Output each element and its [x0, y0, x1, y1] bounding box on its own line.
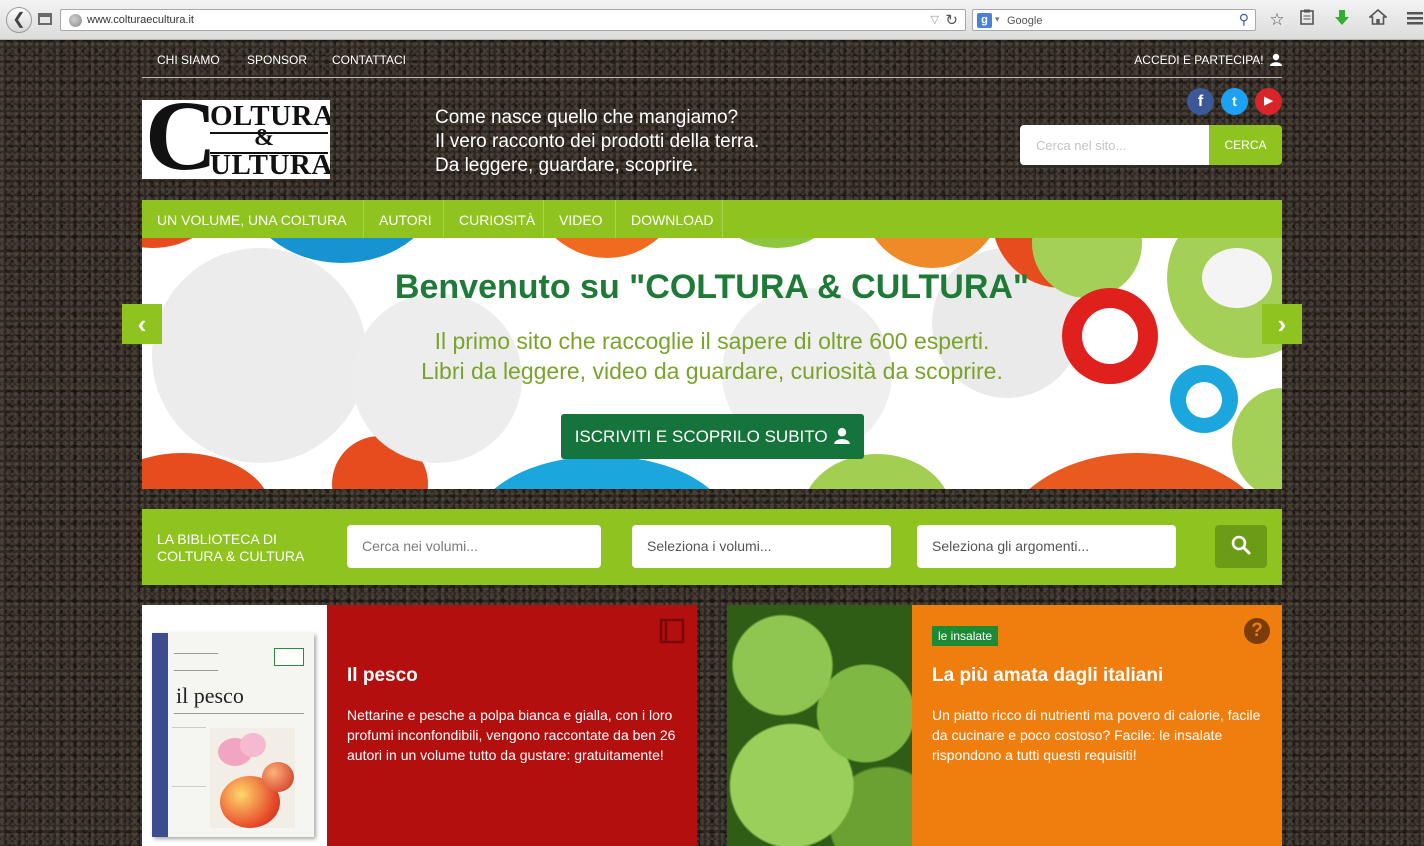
- twitter-icon[interactable]: t: [1221, 88, 1248, 115]
- hero-circle: [702, 238, 852, 248]
- blossom-icon: [240, 733, 266, 757]
- cta-label: ISCRIVITI E SCOPRILO SUBITO: [574, 426, 828, 446]
- home-icon[interactable]: [1367, 8, 1389, 31]
- caret-down-icon[interactable]: ▾: [995, 14, 1000, 25]
- book-text-lines: [172, 727, 206, 787]
- book-title: il pesco: [176, 683, 244, 708]
- search-icon: [1231, 535, 1251, 555]
- card-description: Nettarine e pesche a polpa bianca e gial…: [347, 707, 676, 763]
- hero-subtitle-line-2: Libri da leggere, video da guardare, cur…: [421, 358, 1003, 384]
- topic-select[interactable]: Seleziona gli argomenti...: [917, 525, 1176, 568]
- nav-item-label: UN VOLUME, UNA COLTURA: [157, 212, 346, 228]
- book-logo: [274, 648, 304, 666]
- main-nav: UN VOLUME, UNA COLTURA ⌄ AUTORI CURIOSIT…: [142, 200, 1282, 266]
- card-body: le insalate ? La più amata dagli italian…: [912, 605, 1282, 846]
- feature-card-pesco[interactable]: il pesco Il pesco Nettarine e pesche a p…: [142, 605, 697, 846]
- site-search-button[interactable]: CERCA: [1209, 125, 1282, 165]
- menu-icon[interactable]: [1404, 9, 1424, 31]
- peach-icon: [262, 762, 294, 792]
- site-logo[interactable]: C OLTURA & ULTURA: [142, 100, 330, 179]
- apple-icon: [1186, 382, 1222, 418]
- hero-circle: [472, 456, 732, 489]
- google-icon[interactable]: g: [977, 13, 992, 28]
- youtube-icon[interactable]: ▶: [1255, 88, 1282, 115]
- category-tag[interactable]: le insalate: [932, 626, 999, 646]
- hero-title: Benvenuto su "COLTURA & CULTURA": [394, 268, 1030, 306]
- chevron-down-icon[interactable]: ▽: [931, 13, 939, 26]
- book-cover-image: il pesco: [142, 605, 327, 846]
- browser-toolbar: ❮ www.colturaecultura.it ▽ ↻ g ▾ Google …: [0, 0, 1424, 40]
- card-title[interactable]: La più amata dagli italiani: [932, 665, 1163, 687]
- book-front: il pesco: [152, 633, 314, 837]
- back-button[interactable]: ❮: [6, 7, 32, 33]
- library-search-button[interactable]: [1215, 525, 1267, 568]
- card-body: Il pesco Nettarine e pesche a polpa bian…: [327, 605, 697, 846]
- card-description: Un piatto ricco di nutrienti ma povero d…: [932, 707, 1261, 763]
- facebook-icon[interactable]: f: [1187, 88, 1214, 115]
- slider-next-button[interactable]: ›: [1262, 304, 1302, 344]
- login-link[interactable]: ACCEDI E PARTECIPA!: [1134, 53, 1282, 67]
- hero-subtitle-line-1: Il primo sito che raccoglie il sapere di…: [434, 328, 990, 354]
- hero-banner: Benvenuto su "COLTURA & CULTURA" Il prim…: [142, 238, 1282, 489]
- hero-circle: [1232, 388, 1282, 489]
- logo-letter: C: [145, 100, 218, 179]
- login-label: ACCEDI E PARTECIPA!: [1134, 53, 1264, 67]
- lettuce-image: [727, 605, 912, 846]
- book-icon: [659, 618, 685, 644]
- card-title[interactable]: Il pesco: [347, 665, 418, 687]
- download-icon[interactable]: [1331, 9, 1353, 31]
- user-icon: [1270, 53, 1282, 66]
- hero-circle: [142, 238, 222, 248]
- search-icon[interactable]: ⚲: [1239, 11, 1249, 28]
- hero-circle: [527, 238, 687, 258]
- address-bar[interactable]: www.colturaecultura.it ▽ ↻: [60, 9, 966, 31]
- tagline-line-2: Il vero racconto dei prodotti della terr…: [435, 131, 760, 152]
- reload-icon[interactable]: ↻: [945, 11, 958, 29]
- nav-link-contattaci[interactable]: CONTATTACI: [332, 53, 406, 67]
- signup-cta-button[interactable]: ISCRIVITI E SCOPRILO SUBITO: [561, 414, 864, 459]
- logo-line-2: ULTURA: [210, 149, 330, 179]
- tagline: Come nasce quello che mangiamo? Il vero …: [435, 106, 759, 178]
- nav-link-sponsor[interactable]: SPONSOR: [247, 53, 307, 67]
- url-text[interactable]: www.colturaecultura.it: [87, 14, 194, 26]
- tagline-line-1: Come nasce quello che mangiamo?: [435, 107, 739, 128]
- book-spine: [152, 633, 168, 837]
- book-photo: [210, 728, 295, 828]
- nav-item-volumi[interactable]: UN VOLUME, UNA COLTURA ⌄: [142, 200, 364, 266]
- volume-search-input[interactable]: [347, 525, 601, 568]
- book-rule: [174, 713, 304, 714]
- book-subtitle-lines: [174, 653, 218, 671]
- star-icon[interactable]: ☆: [1266, 9, 1288, 31]
- tagline-line-3: Da leggere, guardare, scoprire.: [435, 155, 698, 176]
- browser-search-input[interactable]: Google: [1007, 15, 1042, 27]
- nav-link-chi-siamo[interactable]: CHI SIAMO: [157, 53, 220, 67]
- nav-item-video[interactable]: VIDEO: [544, 200, 616, 238]
- hero-subtitle: Il primo sito che raccoglie il sapere di…: [142, 326, 1282, 386]
- library-label-line-1: LA BIBLIOTECA DI: [157, 531, 277, 547]
- question-icon: ?: [1244, 618, 1270, 644]
- top-nav: CHI SIAMO SPONSOR CONTATTACI ACCEDI E PA…: [142, 40, 1282, 78]
- globe-icon: [69, 14, 82, 27]
- library-search: LA BIBLIOTECA DI COLTURA & CULTURA Selez…: [142, 509, 1282, 585]
- volume-select[interactable]: Seleziona i volumi...: [632, 525, 891, 568]
- nav-item-download[interactable]: DOWNLOAD: [616, 200, 723, 238]
- nav-item-curiosita[interactable]: CURIOSITÀ: [444, 200, 544, 238]
- logo-ampersand: &: [254, 125, 274, 151]
- browser-search-bar[interactable]: g ▾ Google ⚲: [972, 9, 1256, 31]
- tab-groups-icon[interactable]: [38, 13, 52, 25]
- feature-card-insalate[interactable]: le insalate ? La più amata dagli italian…: [727, 605, 1282, 846]
- hero-circle: [802, 454, 952, 489]
- clipboard-icon[interactable]: [1296, 9, 1318, 31]
- nav-item-autori[interactable]: AUTORI: [364, 200, 444, 238]
- library-label: LA BIBLIOTECA DI COLTURA & CULTURA: [157, 531, 304, 565]
- user-icon: [834, 427, 851, 444]
- site-search-input[interactable]: [1020, 125, 1210, 165]
- library-label-line-2: COLTURA & CULTURA: [157, 548, 305, 564]
- site-search: CERCA: [1020, 125, 1282, 165]
- slider-prev-button[interactable]: ‹: [122, 304, 162, 344]
